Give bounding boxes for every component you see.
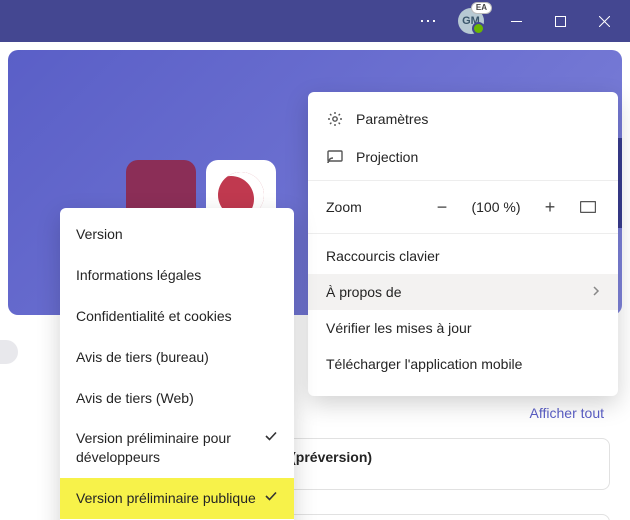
more-options-button[interactable]: ⋯	[409, 11, 448, 32]
submenu-label: Avis de tiers (Web)	[76, 389, 194, 408]
submenu-label: Version	[76, 225, 123, 244]
menu-separator	[308, 180, 618, 181]
maximize-button[interactable]	[538, 0, 582, 42]
content-area: Afficher tout ntinu personnalisée (préve…	[0, 50, 630, 520]
submenu-label: Version préliminaire publique	[76, 489, 256, 508]
minimize-button[interactable]	[494, 0, 538, 42]
main-menu-panel: Paramètres Projection Zoom − (100 %) + R…	[308, 92, 618, 396]
menu-item-projection[interactable]: Projection	[308, 138, 618, 176]
fullscreen-button[interactable]	[576, 195, 600, 219]
check-icon	[264, 489, 278, 508]
show-all-link[interactable]: Afficher tout	[530, 405, 604, 421]
menu-item-updates[interactable]: Vérifier les mises à jour	[308, 310, 618, 346]
submenu-item[interactable]: Confidentialité et cookies	[60, 296, 294, 337]
submenu-label: Confidentialité et cookies	[76, 307, 232, 326]
menu-item-mobile[interactable]: Télécharger l'application mobile	[308, 346, 618, 382]
menu-item-shortcuts[interactable]: Raccourcis clavier	[308, 238, 618, 274]
avatar-badge: EA	[471, 2, 492, 14]
cast-icon	[326, 148, 344, 166]
gear-icon	[326, 110, 344, 128]
submenu-item[interactable]: Version préliminaire pour développeurs	[60, 418, 294, 478]
zoom-label: Zoom	[326, 199, 362, 215]
menu-label: Paramètres	[356, 111, 428, 127]
presence-indicator	[472, 22, 485, 35]
menu-separator	[308, 233, 618, 234]
zoom-in-button[interactable]: +	[538, 195, 562, 219]
title-bar: ⋯ GM EA	[0, 0, 630, 42]
zoom-out-button[interactable]: −	[430, 195, 454, 219]
menu-label: À propos de	[326, 284, 402, 300]
menu-item-about[interactable]: À propos de	[308, 274, 618, 310]
close-button[interactable]	[582, 0, 626, 42]
about-submenu: Version Informations légales Confidentiali…	[60, 208, 294, 520]
check-icon	[264, 429, 278, 448]
submenu-item[interactable]: Avis de tiers (Web)	[60, 378, 294, 419]
submenu-label: Avis de tiers (bureau)	[76, 348, 209, 367]
submenu-item[interactable]: Informations légales	[60, 255, 294, 296]
zoom-value: (100 %)	[468, 199, 524, 215]
chevron-right-icon	[592, 284, 600, 300]
submenu-label: Informations légales	[76, 266, 201, 285]
submenu-label: Version préliminaire pour développeurs	[76, 429, 256, 467]
submenu-item[interactable]: Avis de tiers (bureau)	[60, 337, 294, 378]
menu-item-settings[interactable]: Paramètres	[308, 100, 618, 138]
avatar[interactable]: GM EA	[458, 8, 484, 34]
zoom-row: Zoom − (100 %) +	[308, 185, 618, 229]
submenu-item[interactable]: Version	[60, 214, 294, 255]
carousel-prev-stub[interactable]	[0, 340, 18, 364]
menu-label: Projection	[356, 149, 418, 165]
submenu-item[interactable]: Version préliminaire publique	[60, 478, 294, 519]
